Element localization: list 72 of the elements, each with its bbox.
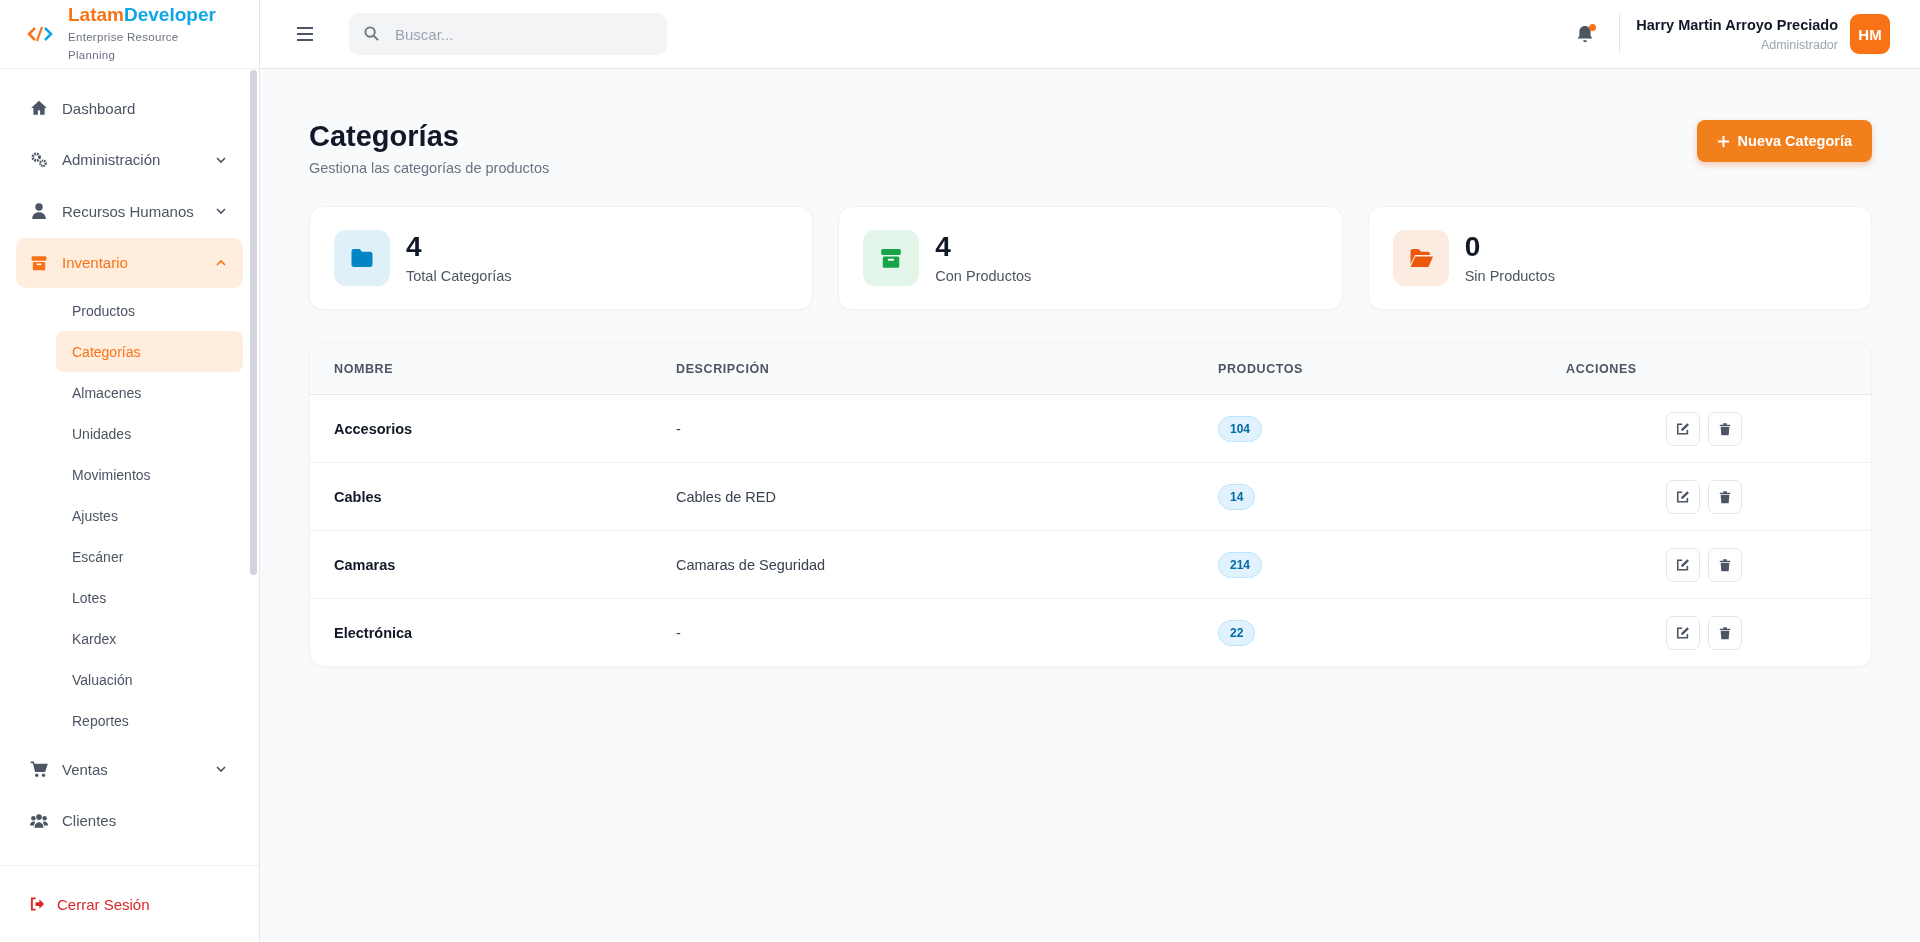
cart-icon <box>30 760 48 778</box>
category-name: Electrónica <box>334 624 414 641</box>
sidebar-item[interactable]: Administración <box>16 134 243 185</box>
category-name: Cables <box>334 488 383 505</box>
sidebar-subitem[interactable]: Reportes <box>56 700 243 741</box>
product-count: 14 <box>1218 483 1256 510</box>
page-title: Categorías <box>309 119 460 154</box>
sidebar-subitem[interactable]: Productos <box>56 290 243 331</box>
sidebar-item[interactable]: Clientes <box>16 795 243 846</box>
product-count: 214 <box>1218 551 1263 578</box>
column-header: ACCIONES <box>1566 361 1638 376</box>
trash-icon <box>1718 625 1732 640</box>
delete-button[interactable] <box>1708 615 1742 650</box>
sidebar-subitem[interactable]: Valuación <box>56 659 243 700</box>
sidebar-item[interactable]: Ventas <box>16 744 243 794</box>
user-name: Harry Martin Arroyo Preciado <box>1636 16 1838 33</box>
logout-link[interactable]: Cerrar Sesión <box>30 895 150 913</box>
trash-icon <box>1718 421 1732 436</box>
product-count: 104 <box>1218 415 1263 442</box>
stat-label: Total Categorías <box>406 268 512 284</box>
edit-button[interactable] <box>1666 479 1700 514</box>
category-name: Camaras <box>334 556 397 573</box>
plus-icon <box>1716 134 1730 148</box>
search-field[interactable]: Buscar... <box>349 13 667 55</box>
home-icon <box>30 99 48 117</box>
edit-button[interactable] <box>1666 411 1700 446</box>
edit-icon <box>1676 625 1690 640</box>
edit-button[interactable] <box>1666 547 1700 582</box>
delete-button[interactable] <box>1708 547 1742 582</box>
logo-icon <box>26 24 54 44</box>
column-header: PRODUCTOS <box>1218 361 1305 376</box>
users-icon <box>30 811 48 830</box>
edit-button[interactable] <box>1666 615 1700 650</box>
category-description: - <box>676 420 682 437</box>
sidebar-subitem[interactable]: Unidades <box>56 413 243 454</box>
box-icon <box>30 253 48 272</box>
trash-icon <box>1718 557 1732 572</box>
brand-name: LatamDeveloper <box>68 4 216 26</box>
sidebar-subitem[interactable]: Movimientos <box>56 454 243 495</box>
edit-icon <box>1676 421 1690 436</box>
sidebar-subitem[interactable]: Escáner <box>56 536 243 577</box>
sidebar-subitem[interactable]: Lotes <box>56 577 243 618</box>
edit-icon <box>1676 489 1690 504</box>
stat-value: 4 <box>406 232 423 262</box>
delete-button[interactable] <box>1708 479 1742 514</box>
category-description: Cables de RED <box>676 488 777 505</box>
page-subtitle: Gestiona las categorías de productos <box>309 160 550 176</box>
category-description: - <box>676 624 682 641</box>
sidebar-subitem[interactable]: Almacenes <box>56 372 243 413</box>
column-header: DESCRIPCIÓN <box>676 361 771 376</box>
delete-button[interactable] <box>1708 411 1742 446</box>
menu-icon[interactable] <box>296 26 314 42</box>
sidebar-subitem[interactable]: Ajustes <box>56 495 243 536</box>
stat-label: Con Productos <box>935 268 1032 284</box>
stat-label: Sin Productos <box>1464 268 1555 284</box>
brand-subtitle: Enterprise Resource Planning <box>68 30 180 63</box>
sidebar-item[interactable]: Dashboard <box>16 83 243 133</box>
trash-icon <box>1718 489 1732 504</box>
category-description: Camaras de Seguridad <box>676 556 827 573</box>
category-name: Accesorios <box>334 420 414 437</box>
user-role: Administrador <box>1760 37 1838 52</box>
stat-value: 4 <box>935 232 952 262</box>
column-header: NOMBRE <box>334 361 395 376</box>
stat-value: 0 <box>1464 232 1482 262</box>
sidebar-item[interactable]: Recursos Humanos <box>16 186 243 236</box>
scrollbar[interactable] <box>250 70 257 575</box>
user-icon <box>30 202 48 220</box>
sidebar-subitem[interactable]: Kardex <box>56 618 243 659</box>
edit-icon <box>1676 557 1690 572</box>
logout-icon <box>30 897 45 911</box>
gears-icon <box>30 150 48 169</box>
product-count: 22 <box>1218 619 1256 646</box>
